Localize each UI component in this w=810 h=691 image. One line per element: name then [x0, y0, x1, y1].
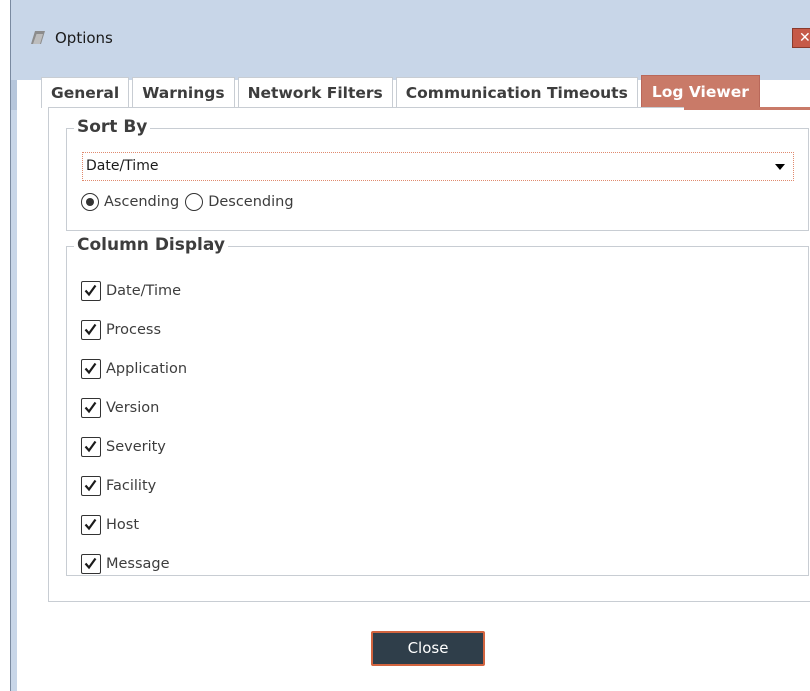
window-title: Options	[55, 29, 113, 47]
checkbox-label: Severity	[106, 438, 166, 455]
checkbox-date-time[interactable]: Date/Time	[81, 271, 187, 310]
checkbox-message[interactable]: Message	[81, 544, 187, 583]
window-close-button[interactable]: ✕	[792, 28, 810, 48]
checkbox-label: Version	[106, 399, 160, 416]
checkbox-process[interactable]: Process	[81, 310, 187, 349]
sort-by-selected-value: Date/Time	[86, 158, 159, 174]
radio-unselected-icon	[185, 193, 204, 211]
window-left-border	[11, 80, 17, 691]
checkbox-application[interactable]: Application	[81, 349, 187, 388]
checkbox-label: Host	[106, 516, 140, 533]
column-display-group: Column Display Date/Time Process Applica…	[66, 234, 809, 576]
checkbox-host[interactable]: Host	[81, 505, 187, 544]
check-icon	[81, 280, 101, 301]
checkbox-severity[interactable]: Severity	[81, 427, 187, 466]
sort-by-dropdown[interactable]: Date/Time	[82, 152, 794, 181]
check-icon	[81, 514, 101, 535]
check-icon	[81, 553, 101, 574]
ascending-label: Ascending	[104, 194, 180, 210]
check-icon	[81, 436, 101, 457]
checkbox-facility[interactable]: Facility	[81, 466, 187, 505]
log-viewer-panel: Sort By Date/Time Ascending Descending C…	[48, 107, 810, 602]
sort-order-options: Ascending Descending	[81, 191, 300, 213]
title-bar: Options ✕	[11, 0, 810, 80]
descending-radio[interactable]: Descending	[185, 193, 294, 211]
chevron-down-icon	[775, 164, 785, 170]
close-button[interactable]: Close	[371, 631, 485, 666]
check-icon	[81, 475, 101, 496]
check-icon	[81, 358, 101, 379]
column-checkbox-list: Date/Time Process Application Version Se…	[81, 271, 187, 583]
check-icon	[81, 319, 101, 340]
tab-communication-timeouts[interactable]: Communication Timeouts	[395, 77, 638, 108]
options-dialog: Options ✕ General Warnings Network Filte…	[10, 0, 810, 691]
ascending-radio[interactable]: Ascending	[81, 193, 179, 211]
checkbox-label: Process	[106, 321, 162, 338]
checkbox-label: Date/Time	[106, 282, 182, 299]
checkbox-version[interactable]: Version	[81, 388, 187, 427]
sort-by-legend: Sort By	[74, 116, 151, 138]
close-icon: ✕	[799, 30, 810, 46]
tab-warnings[interactable]: Warnings	[132, 77, 235, 108]
app-icon	[28, 28, 48, 48]
tab-log-viewer[interactable]: Log Viewer	[640, 75, 760, 108]
checkbox-label: Message	[106, 555, 170, 572]
checkbox-label: Application	[106, 360, 188, 377]
tab-network-filters[interactable]: Network Filters	[237, 77, 393, 108]
checkbox-label: Facility	[106, 477, 157, 494]
check-icon	[81, 397, 101, 418]
sort-by-group: Sort By Date/Time Ascending Descending	[66, 116, 809, 231]
radio-selected-icon	[81, 193, 99, 211]
tab-general[interactable]: General	[41, 77, 130, 108]
tab-strip: General Warnings Network Filters Communi…	[41, 75, 760, 108]
column-display-legend: Column Display	[74, 234, 228, 256]
descending-label: Descending	[208, 194, 294, 210]
